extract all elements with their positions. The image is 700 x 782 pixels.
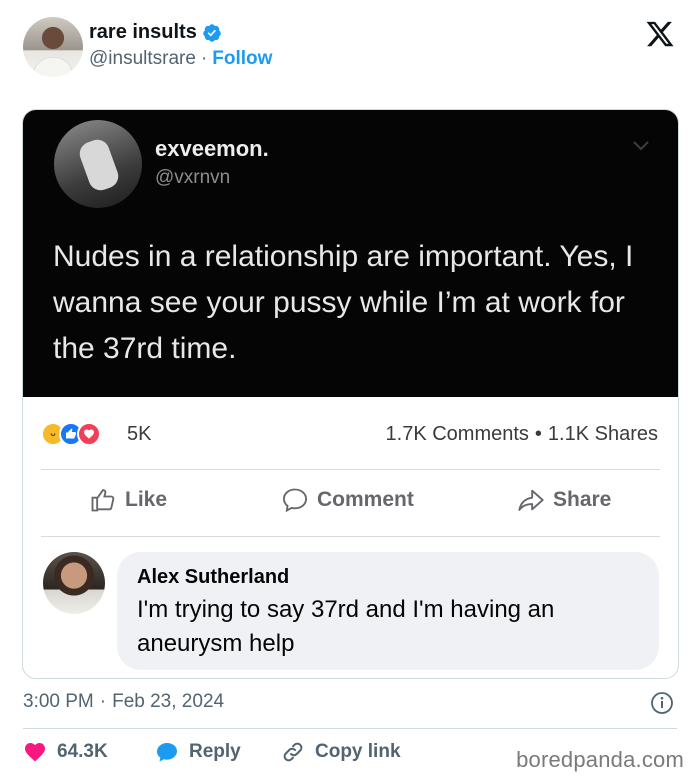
reply-bubble-icon [157,743,177,762]
copy-link-button[interactable]: Copy link [281,740,401,764]
embedded-author-avatar [54,120,142,208]
reply-label: Reply [189,741,241,762]
follow-button[interactable]: Follow [212,48,272,70]
author-handle-row: @insultsrare · Follow [89,48,272,70]
verified-badge-icon [203,23,221,42]
like-button[interactable]: 64.3K [23,740,108,764]
embedded-author-name: exveemon. [155,136,269,161]
timestamp-separator: · [99,691,107,712]
author-display-name[interactable]: rare insults [89,21,197,44]
divider [41,536,660,537]
footer-divider [23,728,677,729]
shares-count: 1.1K Shares [547,423,658,445]
love-reaction-icon [77,422,101,446]
reaction-icons: ᵕ [41,422,101,446]
handle-separator: · [200,48,208,69]
post-actions: Like Comment Share [23,470,678,536]
commenter-name: Alex Sutherland [137,566,290,588]
heart-icon [25,743,45,762]
comment-text: I'm trying to say 37rd and I'm having an… [137,596,555,657]
comment-label: Comment [317,488,414,511]
chevron-down-icon [633,141,649,151]
link-icon [283,742,303,762]
author-avatar[interactable] [23,17,83,77]
reactions-row: ᵕ 5K 1.7K Comments • 1.1K Shares [23,397,678,469]
tweet-header: rare insults @insultsrare · Follow [23,17,683,77]
share-arrow-icon [518,489,544,511]
reaction-count: 5K [127,423,152,445]
stats-separator: • [534,423,542,445]
share-action: Share [517,486,611,514]
like-count: 64.3K [57,741,108,762]
like-action: Like [89,486,167,514]
author-name-row: rare insults [89,21,222,44]
embedded-author-handle: @vxrnvn [155,167,231,188]
watermark: boredpanda.com [516,747,684,772]
reply-button[interactable]: Reply [155,740,241,764]
thumbs-up-icon [91,489,115,512]
tweet-timestamp[interactable]: 3:00 PM · Feb 23, 2024 [23,691,224,713]
comment-action: Comment [281,486,414,514]
like-label: Like [125,488,168,511]
timestamp-time: 3:00 PM [23,691,94,712]
comment-bubble-icon [282,488,308,513]
embedded-post-text: Nudes in a relationship are important. Y… [53,240,634,365]
post-stats: 1.7K Comments • 1.1K Shares [386,423,658,446]
commenter-avatar [43,552,105,614]
embedded-post-image[interactable]: exveemon. @vxrnvn Nudes in a relationshi… [22,109,679,679]
share-label: Share [553,488,612,511]
comments-count: 1.7K Comments [385,423,529,445]
info-icon[interactable] [650,691,674,715]
comment-bubble: Alex Sutherland I'm trying to say 37rd a… [117,552,659,670]
comment: Alex Sutherland I'm trying to say 37rd a… [23,546,678,676]
timestamp-date: Feb 23, 2024 [112,691,225,712]
copy-link-label: Copy link [315,741,401,762]
author-handle[interactable]: @insultsrare [89,48,196,70]
x-logo-icon[interactable] [645,19,675,49]
dark-post: exveemon. @vxrnvn Nudes in a relationshi… [23,110,678,397]
